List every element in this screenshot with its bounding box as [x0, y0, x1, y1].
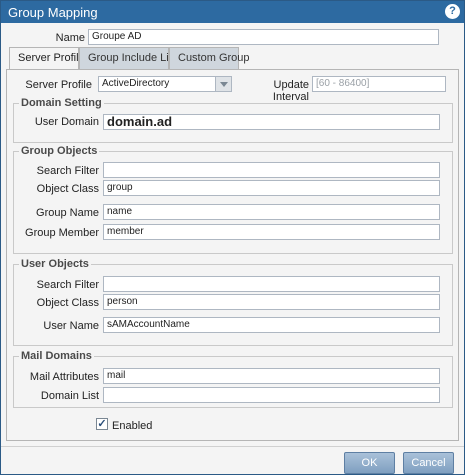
user-name-label: User Name [43, 320, 99, 332]
group-search-filter-label: Search Filter [36, 165, 99, 177]
update-interval-label: Update Interval [272, 79, 309, 103]
cancel-button[interactable]: Cancel [403, 452, 454, 474]
footer-divider [1, 446, 464, 447]
server-profile-select[interactable]: ActiveDirectory [98, 76, 232, 92]
chevron-down-icon[interactable] [215, 77, 231, 91]
update-interval-input[interactable]: [60 - 86400] [312, 76, 446, 92]
enabled-label: Enabled [112, 420, 153, 432]
mail-attributes-input[interactable]: mail [103, 368, 440, 384]
enabled-checkbox[interactable]: ✓ [96, 418, 108, 430]
domain-setting-title: Domain Setting [19, 97, 104, 109]
user-domain-label: User Domain [34, 116, 99, 128]
user-object-class-label: Object Class [36, 297, 99, 309]
group-member-label: Group Member [25, 227, 99, 239]
group-objects-title: Group Objects [19, 145, 100, 157]
domain-list-label: Domain List [40, 390, 99, 402]
user-objects-title: User Objects [19, 258, 91, 270]
server-profile-label: Server Profile [25, 79, 92, 91]
tab-server-profile[interactable]: Server Profile [9, 47, 85, 70]
dialog-title: Group Mapping [8, 5, 98, 20]
group-member-input[interactable]: member [103, 224, 440, 240]
group-object-class-label: Object Class [36, 183, 99, 195]
user-name-input[interactable]: sAMAccountName [103, 317, 440, 333]
mail-domains-title: Mail Domains [19, 350, 94, 362]
server-profile-value: ActiveDirectory [102, 78, 170, 89]
group-object-class-input[interactable]: group [103, 180, 440, 196]
user-object-class-input[interactable]: person [103, 294, 440, 310]
group-mapping-dialog: Group Mapping ? Name Groupe AD Server Pr… [0, 0, 465, 475]
help-icon[interactable]: ? [445, 4, 460, 19]
user-domain-input[interactable]: domain.ad [103, 114, 440, 130]
domain-list-input[interactable] [103, 387, 440, 403]
name-input[interactable]: Groupe AD [88, 29, 439, 45]
group-name-input[interactable]: name [103, 204, 440, 220]
ok-button[interactable]: OK [344, 452, 395, 474]
mail-attributes-label: Mail Attributes [29, 371, 99, 383]
tab-custom-group[interactable]: Custom Group [169, 47, 250, 69]
group-search-filter-input[interactable] [103, 162, 440, 178]
server-profile-panel: Server Profile ActiveDirectory Update In… [6, 69, 459, 441]
user-search-filter-label: Search Filter [36, 279, 99, 291]
dialog-titlebar: Group Mapping ? [1, 1, 464, 23]
tab-group-include-list[interactable]: Group Include List [79, 47, 177, 69]
name-label: Name [55, 32, 85, 44]
group-name-label: Group Name [36, 207, 99, 219]
user-search-filter-input[interactable] [103, 276, 440, 292]
